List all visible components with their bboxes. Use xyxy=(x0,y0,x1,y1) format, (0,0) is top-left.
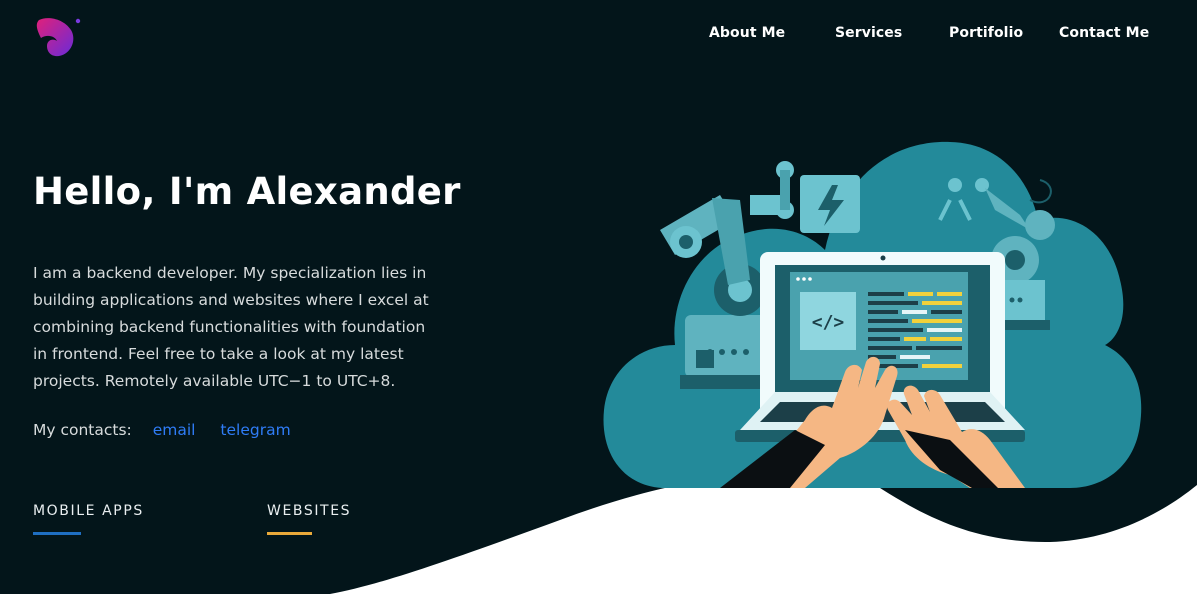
project-tabs: MOBILE APPS WEBSITES xyxy=(0,503,600,543)
developer-illustration: </> xyxy=(603,141,1142,488)
lightning-icon xyxy=(800,175,860,233)
tab-mobile-apps-label: MOBILE APPS xyxy=(33,503,144,519)
nav-contact-me[interactable]: Contact Me xyxy=(1059,25,1149,41)
hero-title: Hello, I'm Alexander xyxy=(33,170,461,213)
hero-description: I am a backend developer. My specializat… xyxy=(33,264,429,390)
nav-about-me[interactable]: About Me xyxy=(709,25,785,41)
nav-services[interactable]: Services xyxy=(835,25,902,41)
telegram-link[interactable]: telegram xyxy=(220,421,290,439)
contacts-line: My contacts: email telegram xyxy=(33,421,291,439)
code-glyph: </> xyxy=(812,312,845,333)
tab-mobile-apps[interactable]: MOBILE APPS xyxy=(33,503,144,535)
email-link[interactable]: email xyxy=(153,421,196,439)
hero-section: About Me Services Portifolio Contact Me … xyxy=(0,0,1197,594)
nav-portfolio[interactable]: Portifolio xyxy=(949,25,1023,41)
contacts-label: My contacts: xyxy=(33,421,132,439)
main-nav: About Me Services Portifolio Contact Me xyxy=(0,25,1197,45)
tab-websites-label: WEBSITES xyxy=(267,503,352,519)
tab-websites[interactable]: WEBSITES xyxy=(267,503,352,535)
tab-mobile-apps-underline xyxy=(33,532,81,535)
tab-websites-underline xyxy=(267,532,312,535)
